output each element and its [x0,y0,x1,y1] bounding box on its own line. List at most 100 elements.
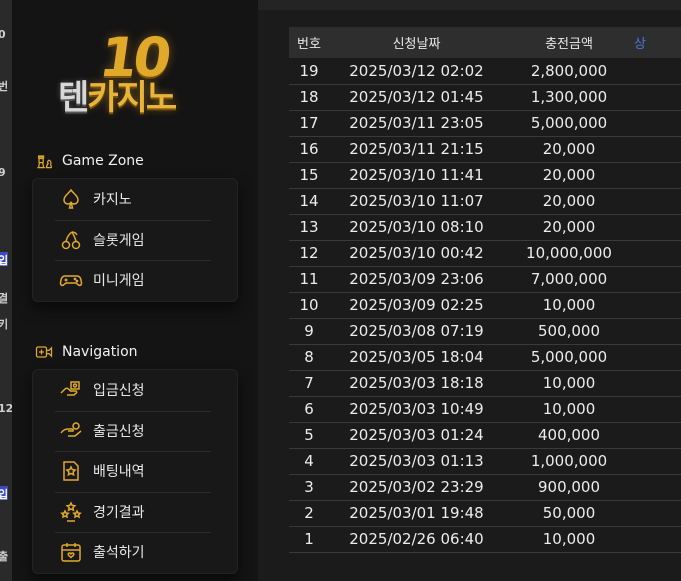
row-status [634,84,681,110]
table-row: 19 2025/03/12 02:02 2,800,000 [289,58,681,84]
section-title-game-zone: Game Zone [34,151,144,171]
site-logo[interactable]: 10 텐카지노 [58,26,198,124]
row-date: 2025/03/11 21:15 [349,140,484,158]
row-status [634,292,681,318]
row-number: 15 [299,166,319,184]
row-amount: 400,000 [537,426,601,444]
menu-item-label: 배팅내역 [93,464,145,481]
row-date: 2025/03/01 19:48 [349,504,484,522]
table-row: 12 2025/03/10 00:42 10,000,000 [289,240,681,266]
row-date: 2025/03/12 02:02 [349,61,484,80]
menu-item-label: 출금신청 [93,423,145,440]
row-number: 6 [304,400,314,418]
menu-item-deposit[interactable]: 입금신청 [33,370,237,411]
row-amount: 20,000 [542,166,596,184]
row-amount: 10,000 [542,530,596,548]
row-status [634,448,681,474]
cherry-icon [61,231,81,249]
row-number: 8 [304,348,314,366]
menu-item-label: 미니게임 [93,273,145,290]
table-row: 11 2025/03/09 23:06 7,000,000 [289,266,681,292]
table-row: 16 2025/03/11 21:15 20,000 [289,136,681,162]
deposit-icon [60,381,80,396]
top-band [258,0,681,10]
menu-item-minigame[interactable]: 미니게임 [33,260,237,301]
background-fragment: 0 [0,28,6,41]
star-doc-icon [63,461,79,481]
game-zone-menu: 카지노 슬롯게임 미니게임 [32,178,238,302]
row-number: 11 [299,270,319,288]
row-date: 2025/03/08 07:19 [349,322,484,340]
row-amount: 20,000 [542,140,596,158]
row-number: 12 [299,244,319,262]
row-amount: 10,000 [542,296,596,314]
row-date: 2025/02/26 06:40 [349,530,484,548]
row-status [634,58,681,84]
chess-icon [37,155,53,169]
table-row: 7 2025/03/03 18:18 10,000 [289,370,681,396]
row-number: 2 [304,504,314,522]
menu-item-attendance[interactable]: 출석하기 [33,532,237,573]
menu-item-label: 출석하기 [93,545,145,562]
menu-item-withdraw[interactable]: 출금신청 [33,410,237,452]
row-number: 3 [304,478,314,496]
row-date: 2025/03/10 08:10 [349,218,484,236]
row-number: 5 [304,426,314,444]
table-row: 13 2025/03/10 08:10 20,000 [289,214,681,240]
deposit-history-table: 번호 신청날짜 충전금액 상 19 2025/03/12 02:02 2,800,0… [289,27,681,553]
row-amount: 20,000 [542,218,596,236]
row-number: 19 [299,61,319,80]
table-body: 19 2025/03/12 02:02 2,800,000 18 2025/03/12 … [289,58,681,552]
section-title-navigation: Navigation [34,342,138,362]
row-amount: 1,000,000 [530,452,608,470]
row-date: 2025/03/05 18:04 [349,348,484,366]
row-amount: 2,800,000 [530,61,608,80]
row-status [634,214,681,240]
section-title-text: Navigation [62,344,138,360]
menu-item-slot[interactable]: 슬롯게임 [33,219,237,261]
row-date: 2025/03/09 02:25 [349,296,484,314]
background-fragment: 입 [0,488,9,501]
background-page-edge: 0 번 9 입 결 키 12 입 출 [0,0,12,581]
row-amount: 5,000,000 [530,348,608,366]
background-fragment: 키 [0,318,9,331]
table-row: 15 2025/03/10 11:41 20,000 [289,162,681,188]
row-number: 10 [299,296,319,314]
gamepad-icon [59,275,83,287]
menu-item-casino[interactable]: 카지노 [33,179,237,220]
table-row: 2 2025/03/01 19:48 50,000 [289,500,681,526]
row-status [634,318,681,344]
table-row: 9 2025/03/08 07:19 500,000 [289,318,681,344]
table-row: 17 2025/03/11 23:05 5,000,000 [289,110,681,136]
row-date: 2025/03/11 23:05 [349,114,484,132]
row-status [634,526,681,552]
menu-item-label: 카지노 [93,192,132,209]
menu-item-label: 슬롯게임 [93,232,145,249]
column-header-status: 상 [634,37,646,52]
row-status [634,422,681,448]
table-row: 14 2025/03/10 11:07 20,000 [289,188,681,214]
row-number: 18 [299,88,319,106]
logo-word-part1: 텐 [58,78,89,118]
row-amount: 500,000 [537,322,601,340]
row-status [634,500,681,526]
row-amount: 7,000,000 [530,270,608,288]
row-date: 2025/03/03 18:18 [349,374,484,392]
sidebar: 10 텐카지노 Game Zone 카지노 슬롯게임 미니게임 Navigati… [12,0,258,581]
row-amount: 10,000,000 [526,244,612,262]
row-status [634,136,681,162]
row-status [634,474,681,500]
row-amount: 900,000 [537,478,601,496]
row-status [634,370,681,396]
row-number: 1 [304,530,314,548]
background-fragment: 출 [0,550,9,563]
navigation-menu: 입금신청 출금신청 배팅내역 경기결과 출석하기 [32,369,238,574]
menu-item-bet-history[interactable]: 배팅내역 [33,451,237,492]
row-number: 9 [304,322,314,340]
row-amount: 10,000 [542,400,596,418]
row-status [634,266,681,292]
row-date: 2025/03/10 11:41 [349,166,484,184]
row-number: 17 [299,114,319,132]
menu-item-results[interactable]: 경기결과 [33,491,237,533]
table-row: 4 2025/03/03 01:13 1,000,000 [289,448,681,474]
